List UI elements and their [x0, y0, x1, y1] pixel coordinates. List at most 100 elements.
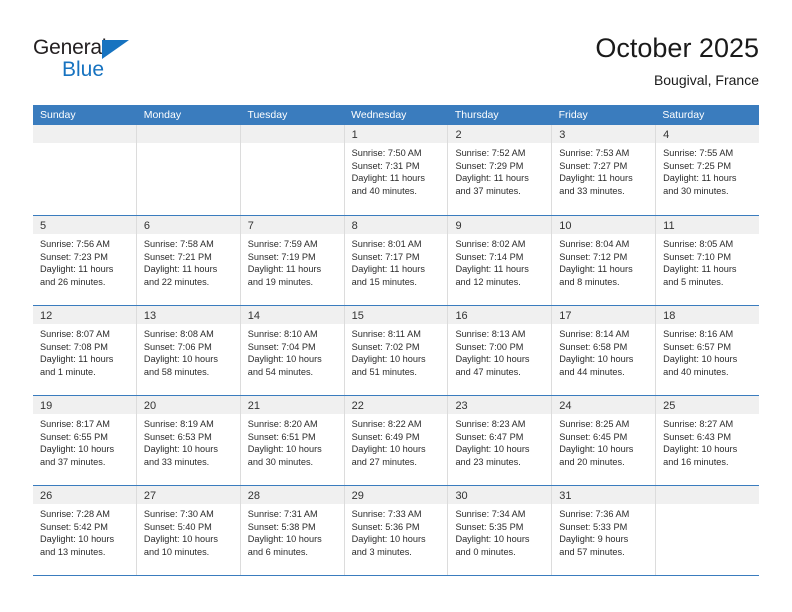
calendar-day-cell-empty: [239, 125, 344, 215]
day-number: 19: [40, 400, 53, 412]
day-detail-body: Sunrise: 8:19 AM Sunset: 6:53 PM Daylight:…: [137, 414, 240, 468]
sunrise-text: Sunrise: 8:25 AM: [559, 419, 630, 429]
calendar-day-cell[interactable]: 25 Sunrise: 8:27 AM Sunset: 6:43 PM Dayligh…: [655, 396, 760, 485]
weekday-header-wednesday: Wednesday: [351, 109, 407, 121]
calendar-day-cell[interactable]: 14 Sunrise: 8:10 AM Sunset: 7:04 PM Dayligh…: [239, 306, 344, 395]
calendar-day-cell[interactable]: 15 Sunrise: 8:11 AM Sunset: 7:02 PM Dayligh…: [343, 306, 448, 395]
sunrise-text: Sunrise: 7:53 AM: [559, 148, 630, 158]
daylight-text-line2: and 30 minutes.: [247, 456, 314, 467]
calendar-day-cell[interactable]: 3 Sunrise: 7:53 AM Sunset: 7:27 PM Daylight…: [551, 125, 656, 215]
day-detail-body: Sunrise: 8:23 AM Sunset: 6:47 PM Daylight:…: [448, 414, 551, 468]
day-detail-body: Sunrise: 8:14 AM Sunset: 6:58 PM Daylight:…: [552, 324, 655, 378]
day-detail-body: [33, 143, 136, 147]
daylight-text-line1: Daylight: 10 hours: [247, 444, 322, 455]
day-detail-body: Sunrise: 8:07 AM Sunset: 7:08 PM Daylight:…: [33, 324, 136, 378]
general-blue-logo[interactable]: General Blue: [33, 36, 203, 84]
sunrise-text: Sunrise: 7:36 AM: [559, 509, 630, 519]
day-number: 24: [559, 400, 572, 412]
calendar-grid: Sunday Monday Tuesday Wednesday Thursday Frid…: [33, 105, 760, 576]
day-number-band: 30: [448, 486, 552, 504]
daylight-text-line2: and 3 minutes.: [351, 546, 412, 557]
calendar-day-cell[interactable]: 22 Sunrise: 8:22 AM Sunset: 6:49 PM Dayligh…: [343, 396, 448, 485]
calendar-day-cell[interactable]: 17 Sunrise: 8:14 AM Sunset: 6:58 PM Dayligh…: [551, 306, 656, 395]
calendar-day-cell[interactable]: 8 Sunrise: 8:01 AM Sunset: 7:17 PM Daylight…: [343, 216, 448, 305]
calendar-day-cell[interactable]: 6 Sunrise: 7:58 AM Sunset: 7:21 PM Daylight…: [135, 216, 240, 305]
calendar-day-cell[interactable]: 24 Sunrise: 8:25 AM Sunset: 6:45 PM Dayligh…: [551, 396, 656, 485]
calendar-day-cell[interactable]: 31 Sunrise: 7:36 AM Sunset: 5:33 PM Dayligh…: [551, 486, 656, 575]
day-number: 11: [663, 220, 675, 232]
day-number: 4: [663, 129, 670, 141]
day-detail-body: Sunrise: 7:56 AM Sunset: 7:23 PM Daylight:…: [33, 234, 136, 288]
calendar-day-cell[interactable]: 12 Sunrise: 8:07 AM Sunset: 7:08 PM Dayligh…: [33, 306, 136, 395]
calendar-day-cell[interactable]: 20 Sunrise: 8:19 AM Sunset: 6:53 PM Dayligh…: [135, 396, 240, 485]
calendar-week-row: 12 Sunrise: 8:07 AM Sunset: 7:08 PM Dayligh…: [33, 305, 760, 395]
day-number: 6: [143, 220, 150, 232]
sunrise-text: Sunrise: 7:50 AM: [351, 148, 422, 158]
sunrise-text: Sunrise: 8:07 AM: [40, 329, 110, 339]
day-detail-body: Sunrise: 7:59 AM Sunset: 7:19 PM Daylight:…: [241, 234, 344, 288]
sunset-text: Sunset: 7:25 PM: [663, 160, 732, 171]
sunset-text: Sunset: 6:55 PM: [40, 431, 108, 442]
sunrise-text: Sunrise: 7:58 AM: [143, 239, 214, 249]
calendar-day-cell[interactable]: 13 Sunrise: 8:08 AM Sunset: 7:06 PM Dayligh…: [135, 306, 240, 395]
sunrise-text: Sunrise: 7:28 AM: [40, 509, 110, 519]
calendar-day-cell[interactable]: 26 Sunrise: 7:28 AM Sunset: 5:42 PM Dayligh…: [33, 486, 136, 575]
day-detail-body: Sunrise: 7:55 AM Sunset: 7:25 PM Daylight:…: [656, 143, 759, 197]
day-number-band: 31: [552, 486, 656, 504]
day-number-band: 23: [448, 396, 552, 414]
sunset-text: Sunset: 7:06 PM: [143, 341, 212, 352]
calendar-day-cell[interactable]: 9 Sunrise: 8:02 AM Sunset: 7:14 PM Daylight…: [447, 216, 552, 305]
sunset-text: Sunset: 5:35 PM: [455, 521, 524, 532]
sunrise-text: Sunrise: 8:02 AM: [455, 239, 526, 249]
daylight-text-line2: and 0 minutes.: [455, 546, 516, 557]
day-number: 5: [40, 220, 47, 232]
calendar-day-cell[interactable]: 18 Sunrise: 8:16 AM Sunset: 6:57 PM Dayligh…: [655, 306, 760, 395]
page-header: General Blue October 2025 Bougival, Fran…: [0, 0, 792, 104]
day-number: 25: [663, 400, 676, 412]
sunset-text: Sunset: 6:51 PM: [247, 431, 316, 442]
daylight-text-line2: and 12 minutes.: [455, 276, 521, 287]
day-number-band: 24: [552, 396, 656, 414]
daylight-text-line2: and 15 minutes.: [351, 276, 417, 287]
calendar-day-cell[interactable]: 29 Sunrise: 7:33 AM Sunset: 5:36 PM Dayligh…: [343, 486, 448, 575]
calendar-day-cell[interactable]: 23 Sunrise: 8:23 AM Sunset: 6:47 PM Dayligh…: [447, 396, 552, 485]
daylight-text-line1: Daylight: 10 hours: [247, 534, 322, 545]
sunset-text: Sunset: 7:17 PM: [351, 251, 420, 262]
day-detail-body: Sunrise: 7:52 AM Sunset: 7:29 PM Daylight:…: [448, 143, 551, 197]
sunrise-text: Sunrise: 7:33 AM: [351, 509, 422, 519]
daylight-text-line2: and 5 minutes.: [663, 276, 724, 287]
day-number: 14: [247, 310, 260, 322]
calendar-day-cell[interactable]: 10 Sunrise: 8:04 AM Sunset: 7:12 PM Dayligh…: [551, 216, 656, 305]
logo-text-blue: Blue: [62, 58, 105, 81]
calendar-day-cell[interactable]: 19 Sunrise: 8:17 AM Sunset: 6:55 PM Dayligh…: [33, 396, 136, 485]
sunrise-text: Sunrise: 8:01 AM: [351, 239, 422, 249]
calendar-day-cell-empty: [135, 125, 240, 215]
sunset-text: Sunset: 5:36 PM: [351, 521, 420, 532]
daylight-text-line1: Daylight: 10 hours: [455, 354, 530, 365]
sunrise-text: Sunrise: 7:55 AM: [663, 148, 734, 158]
sunrise-text: Sunrise: 8:20 AM: [247, 419, 318, 429]
calendar-day-cell[interactable]: 2 Sunrise: 7:52 AM Sunset: 7:29 PM Daylight…: [447, 125, 552, 215]
calendar-day-cell[interactable]: 27 Sunrise: 7:30 AM Sunset: 5:40 PM Dayligh…: [135, 486, 240, 575]
calendar-day-cell[interactable]: 30 Sunrise: 7:34 AM Sunset: 5:35 PM Dayligh…: [447, 486, 552, 575]
sunrise-text: Sunrise: 7:52 AM: [455, 148, 526, 158]
calendar-day-cell[interactable]: 21 Sunrise: 8:20 AM Sunset: 6:51 PM Dayligh…: [239, 396, 344, 485]
calendar-day-cell[interactable]: 11 Sunrise: 8:05 AM Sunset: 7:10 PM Dayligh…: [655, 216, 760, 305]
daylight-text-line1: Daylight: 10 hours: [40, 444, 115, 455]
day-number-band: 3: [552, 125, 656, 143]
daylight-text-line1: Daylight: 11 hours: [143, 264, 218, 275]
calendar-day-cell[interactable]: 4 Sunrise: 7:55 AM Sunset: 7:25 PM Daylight…: [655, 125, 760, 215]
day-detail-body: Sunrise: 7:28 AM Sunset: 5:42 PM Daylight:…: [33, 504, 136, 558]
calendar-day-cell[interactable]: 7 Sunrise: 7:59 AM Sunset: 7:19 PM Daylight…: [239, 216, 344, 305]
day-detail-body: Sunrise: 8:01 AM Sunset: 7:17 PM Daylight:…: [345, 234, 448, 288]
calendar-day-cell[interactable]: 16 Sunrise: 8:13 AM Sunset: 7:00 PM Dayligh…: [447, 306, 552, 395]
calendar-day-cell[interactable]: 1 Sunrise: 7:50 AM Sunset: 7:31 PM Daylight…: [343, 125, 448, 215]
calendar-day-cell[interactable]: 5 Sunrise: 7:56 AM Sunset: 7:23 PM Daylight…: [33, 216, 136, 305]
daylight-text-line2: and 33 minutes.: [559, 185, 625, 196]
sunset-text: Sunset: 7:08 PM: [40, 341, 108, 352]
daylight-text-line1: Daylight: 9 hours: [559, 534, 629, 545]
day-detail-body: Sunrise: 7:30 AM Sunset: 5:40 PM Daylight:…: [137, 504, 240, 558]
day-number: 15: [351, 310, 364, 322]
day-number-band: 16: [448, 306, 552, 324]
calendar-day-cell[interactable]: 28 Sunrise: 7:31 AM Sunset: 5:38 PM Dayligh…: [239, 486, 344, 575]
